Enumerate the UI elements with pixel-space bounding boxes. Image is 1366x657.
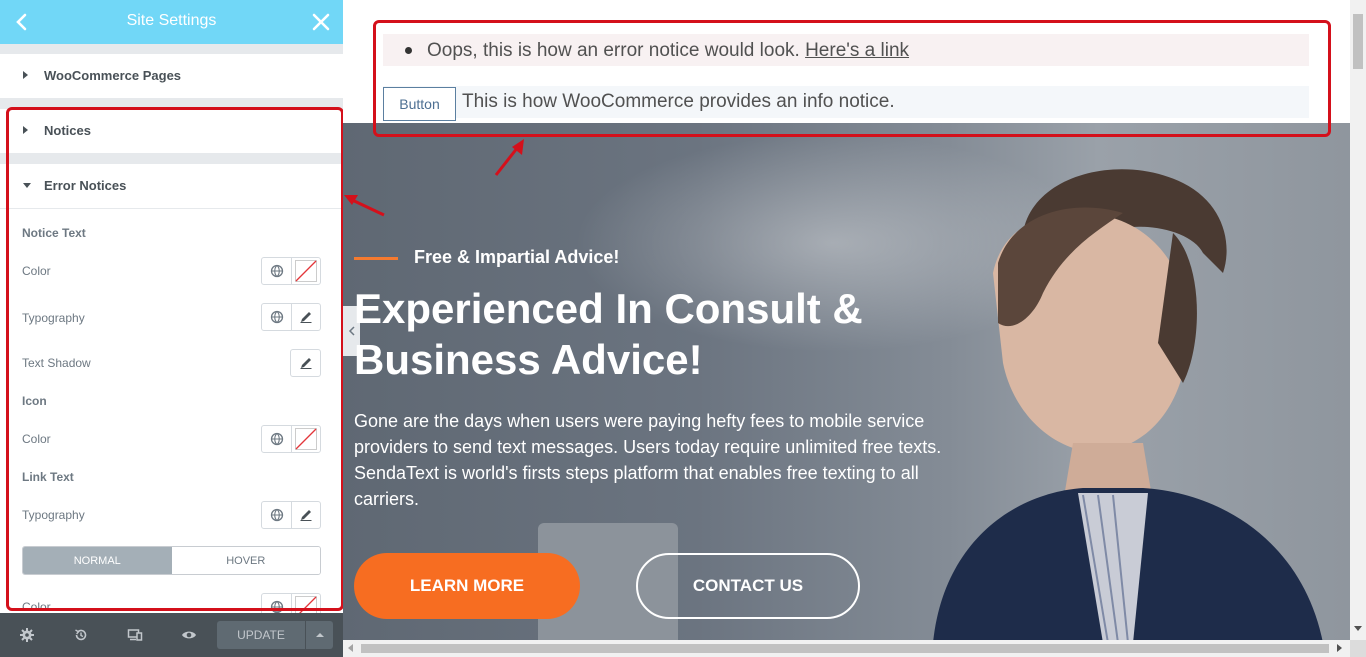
no-color-icon[interactable]: [291, 258, 320, 284]
link-text-typography-label: Typography: [22, 508, 85, 522]
group-title-notice-text: Notice Text: [22, 226, 86, 240]
history-icon[interactable]: [73, 627, 89, 643]
gear-icon[interactable]: [19, 627, 35, 643]
vertical-scrollbar[interactable]: [1350, 0, 1366, 640]
tab-normal[interactable]: NORMAL: [23, 547, 172, 574]
pencil-icon[interactable]: [291, 502, 320, 528]
state-tabs: NORMAL HOVER: [22, 546, 321, 575]
eye-icon[interactable]: [181, 627, 197, 643]
section-notices[interactable]: Notices: [0, 109, 343, 153]
chevron-up-icon[interactable]: [306, 621, 333, 649]
scrollbar-thumb[interactable]: [1353, 14, 1363, 69]
hero-body-text: Gone are the days when users were paying…: [354, 411, 942, 509]
caret-right-icon: [23, 126, 28, 134]
update-button[interactable]: UPDATE: [217, 621, 305, 649]
globe-icon[interactable]: [262, 502, 291, 528]
link-color-label: Color: [22, 600, 51, 613]
woman-photo: [933, 169, 1323, 640]
notice-text-color-label: Color: [22, 264, 51, 278]
section-woocommerce-pages[interactable]: WooCommerce Pages: [0, 54, 343, 98]
annotation-arrow-icon: [344, 195, 385, 217]
section-label: Error Notices: [44, 178, 127, 193]
link-text-typography-control: [261, 501, 321, 529]
error-notice-message: Oops, this is how an error notice would …: [427, 40, 909, 62]
site-preview: Oops, this is how an error notice would …: [343, 0, 1366, 657]
no-color-icon[interactable]: [291, 426, 320, 452]
notice-text-typography-label: Typography: [22, 311, 85, 325]
icon-color-control: [261, 425, 321, 453]
learn-more-button[interactable]: LEARN MORE: [354, 553, 580, 619]
info-notice-text: This is how WooCommerce provides an info…: [462, 91, 895, 112]
caret-right-icon: [23, 71, 28, 79]
scroll-down-icon[interactable]: [1354, 626, 1362, 632]
globe-icon[interactable]: [262, 594, 291, 613]
panel-footer: UPDATE: [0, 613, 343, 657]
error-notice-text: Oops, this is how an error notice would …: [427, 40, 800, 61]
info-notice-button[interactable]: Button: [383, 87, 456, 121]
tab-hover[interactable]: HOVER: [171, 547, 320, 574]
eyebrow-line: [354, 257, 398, 260]
globe-icon[interactable]: [262, 258, 291, 284]
notice-text-shadow-label: Text Shadow: [22, 356, 91, 370]
globe-icon[interactable]: [262, 426, 291, 452]
section-error-notices[interactable]: Error Notices: [0, 164, 343, 208]
annotation-arrow-icon: [494, 139, 524, 176]
group-title-link-text: Link Text: [22, 470, 74, 484]
close-icon[interactable]: [307, 8, 335, 36]
link-color-control: [261, 593, 321, 613]
group-title-icon: Icon: [22, 394, 47, 408]
section-label: Notices: [44, 123, 91, 138]
scrollbar-corner: [1350, 640, 1366, 657]
notice-text-shadow-control: [290, 349, 321, 377]
contact-us-button[interactable]: CONTACT US: [636, 553, 860, 619]
error-notices-controls: Notice Text Color Typography Text Shadow…: [0, 208, 343, 613]
responsive-icon[interactable]: [127, 627, 143, 643]
bullet: [405, 47, 412, 54]
scrollbar-thumb[interactable]: [361, 644, 1329, 653]
settings-panel: Site Settings WooCommerce Pages Notices …: [0, 0, 344, 657]
error-notice: Oops, this is how an error notice would …: [383, 34, 1309, 66]
panel-title: Site Settings: [126, 12, 217, 29]
section-label: WooCommerce Pages: [44, 68, 182, 83]
globe-icon[interactable]: [262, 304, 291, 330]
no-color-icon[interactable]: [291, 594, 320, 613]
caret-down-icon: [23, 183, 31, 188]
notice-text-color-control: [261, 257, 321, 285]
pencil-icon[interactable]: [291, 304, 320, 330]
hero-section: Free & Impartial Advice! Experienced In …: [343, 123, 1350, 640]
icon-color-label: Color: [22, 432, 51, 446]
notice-text-typography-control: [261, 303, 321, 331]
scroll-left-icon[interactable]: [348, 644, 354, 652]
info-notice: Button This is how WooCommerce provides …: [383, 86, 1309, 121]
pencil-icon[interactable]: [291, 350, 320, 376]
scroll-right-icon[interactable]: [1337, 644, 1343, 652]
hero-eyebrow: Free & Impartial Advice!: [414, 247, 620, 267]
horizontal-scrollbar[interactable]: [343, 640, 1350, 657]
hero-headline: Experienced In Consult & Business Advice…: [354, 285, 863, 383]
panel-header: Site Settings: [0, 0, 343, 44]
error-notice-link[interactable]: Here's a link: [805, 40, 909, 61]
